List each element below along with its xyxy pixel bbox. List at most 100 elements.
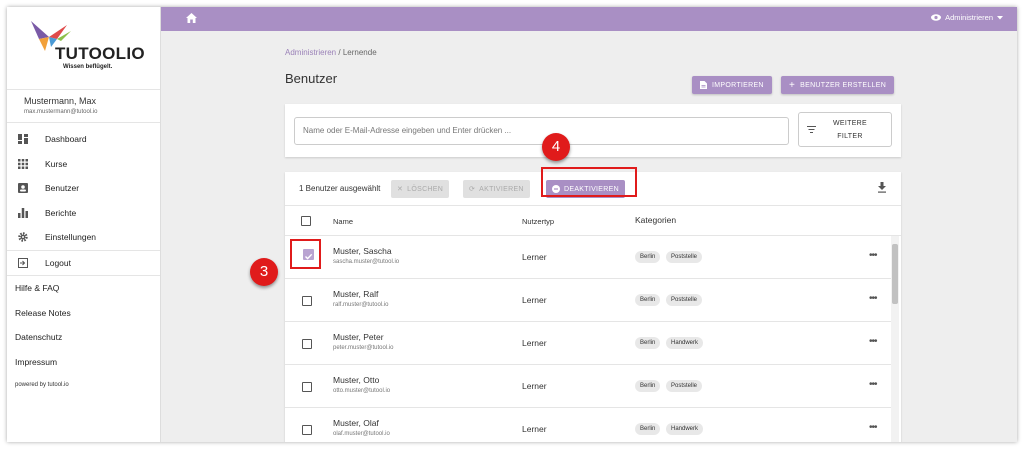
row-type: Lerner [522, 338, 547, 348]
sidebar-item-label: Einstellungen [45, 232, 97, 243]
table-row[interactable]: Muster, Sascha sascha.muster@tutool.io L… [285, 236, 891, 279]
filter-icon [807, 126, 816, 133]
link-datenschutz[interactable]: Datenschutz [7, 325, 160, 350]
close-icon: ✕ [397, 186, 404, 193]
row-email: olaf.muster@tutool.io [333, 431, 390, 437]
filter-label-line1: WEITERE [833, 119, 867, 127]
brand-slogan: Wissen beflügelt. [63, 64, 113, 70]
row-name: Muster, Peter [333, 332, 384, 342]
row-type: Lerner [522, 295, 547, 305]
chevron-down-icon [997, 15, 1003, 19]
category-chip: Poststelle [666, 251, 703, 263]
search-input[interactable]: Name oder E-Mail-Adresse eingeben und En… [294, 117, 789, 145]
user-email: max.mustermann@tutool.io [24, 109, 98, 115]
category-chip: Berlin [635, 251, 661, 263]
eye-icon [931, 14, 942, 21]
highlight-box-deactivate [541, 167, 637, 197]
home-icon[interactable] [186, 13, 197, 23]
table-row[interactable]: Muster, Otto otto.muster@tutool.io Lerne… [285, 365, 891, 408]
sidebar-item-label: Berichte [45, 207, 77, 218]
category-chip: Poststelle [666, 380, 703, 392]
download-icon[interactable] [877, 182, 887, 193]
sidebar-item-kurse[interactable]: Kurse [7, 152, 160, 177]
link-hilfe-faq[interactable]: Hilfe & FAQ [7, 276, 160, 301]
main-content: Administrieren / Lernende Benutzer IMPOR… [161, 31, 1017, 442]
row-name: Muster, Olaf [333, 418, 379, 428]
dashboard-icon [18, 134, 28, 145]
sidebar-item-label: Kurse [45, 158, 68, 169]
activate-label: AKTIVIEREN [479, 185, 524, 193]
table-row[interactable]: Muster, Peter peter.muster@tutool.io Ler… [285, 322, 891, 365]
sidebar-item-dashboard[interactable]: Dashboard [7, 127, 160, 152]
import-label: IMPORTIEREN [712, 81, 764, 89]
user-card-icon [18, 183, 28, 194]
users-table: 1 Benutzer ausgewählt ✕ LÖSCHEN ⟳ AKTIVI… [285, 172, 901, 442]
import-button[interactable]: IMPORTIEREN [692, 76, 772, 94]
highlight-box-checkbox [290, 239, 321, 269]
category-chip: Poststelle [666, 294, 703, 306]
category-chip: Handwerk [666, 337, 704, 349]
search-card: Name oder E-Mail-Adresse eingeben und En… [285, 104, 901, 157]
category-chip: Handwerk [666, 423, 704, 435]
link-impressum[interactable]: Impressum [7, 350, 160, 375]
step-marker-4: 4 [542, 133, 570, 161]
row-checkbox[interactable] [302, 425, 312, 435]
plus-icon: + [789, 79, 796, 91]
row-email: peter.muster@tutool.io [333, 345, 394, 351]
more-options-icon[interactable]: ••• [869, 422, 877, 433]
breadcrumb-separator: / [338, 48, 341, 57]
brand-name: TUTOOLIO [55, 44, 145, 63]
column-header-name: Name [333, 217, 354, 226]
column-header-categories: Kategorien [635, 215, 677, 225]
link-release-notes[interactable]: Release Notes [7, 301, 160, 326]
row-type: Lerner [522, 252, 547, 262]
gear-icon [18, 232, 28, 242]
row-name: Muster, Sascha [333, 246, 392, 256]
category-chip: Berlin [635, 337, 661, 349]
sidebar-item-berichte[interactable]: Berichte [7, 201, 160, 226]
breadcrumb-parent[interactable]: Administrieren [285, 48, 336, 57]
category-chip: Berlin [635, 294, 661, 306]
page-title: Benutzer [285, 71, 338, 86]
table-header: Name Nutzertyp Kategorien [285, 206, 901, 236]
sidebar-item-label: Dashboard [45, 134, 87, 145]
admin-menu[interactable]: Administrieren [931, 13, 1003, 22]
refresh-icon: ⟳ [469, 186, 476, 193]
top-bar: Administrieren [161, 7, 1017, 31]
logout-button[interactable]: Logout [7, 251, 160, 276]
column-header-type: Nutzertyp [522, 217, 555, 226]
selection-count: 1 Benutzer ausgewählt [299, 184, 381, 193]
more-options-icon[interactable]: ••• [869, 379, 877, 390]
row-checkbox[interactable] [302, 339, 312, 349]
bar-chart-icon [18, 207, 28, 218]
row-checkbox[interactable] [302, 296, 312, 306]
sidebar-item-label: Benutzer [45, 183, 80, 194]
more-options-icon[interactable]: ••• [869, 250, 877, 261]
logout-label: Logout [45, 257, 71, 268]
more-options-icon[interactable]: ••• [869, 336, 877, 347]
sidebar-item-benutzer[interactable]: Benutzer [7, 176, 160, 201]
sidebar: TUTOOLIO Wissen beflügelt. Mustermann, M… [7, 7, 161, 442]
table-row[interactable]: Muster, Ralf ralf.muster@tutool.io Lerne… [285, 279, 891, 322]
select-all-checkbox[interactable] [301, 216, 311, 226]
app-window: TUTOOLIO Wissen beflügelt. Mustermann, M… [7, 7, 1017, 442]
table-scrollbar[interactable] [891, 236, 899, 442]
activate-button[interactable]: ⟳ AKTIVIEREN [463, 180, 530, 198]
row-name: Muster, Otto [333, 375, 380, 385]
logo: TUTOOLIO Wissen beflügelt. [7, 7, 160, 90]
sidebar-item-einstellungen[interactable]: Einstellungen [7, 225, 160, 250]
user-info: Mustermann, Max max.mustermann@tutool.io [7, 90, 160, 123]
breadcrumb: Administrieren / Lernende [285, 48, 377, 57]
more-options-icon[interactable]: ••• [869, 293, 877, 304]
delete-button[interactable]: ✕ LÖSCHEN [391, 180, 450, 198]
step-marker-3: 3 [250, 258, 278, 286]
row-email: ralf.muster@tutool.io [333, 302, 389, 308]
more-filters-button[interactable]: WEITERE FILTER [798, 112, 892, 147]
scrollbar-thumb[interactable] [892, 244, 898, 304]
table-row[interactable]: Muster, Olaf olaf.muster@tutool.io Lerne… [285, 408, 891, 442]
category-chip: Berlin [635, 380, 661, 392]
row-checkbox[interactable] [302, 382, 312, 392]
create-user-button[interactable]: + BENUTZER ERSTELLEN [781, 76, 895, 94]
breadcrumb-current: Lernende [342, 48, 377, 57]
filter-label-line2: FILTER [837, 132, 863, 140]
